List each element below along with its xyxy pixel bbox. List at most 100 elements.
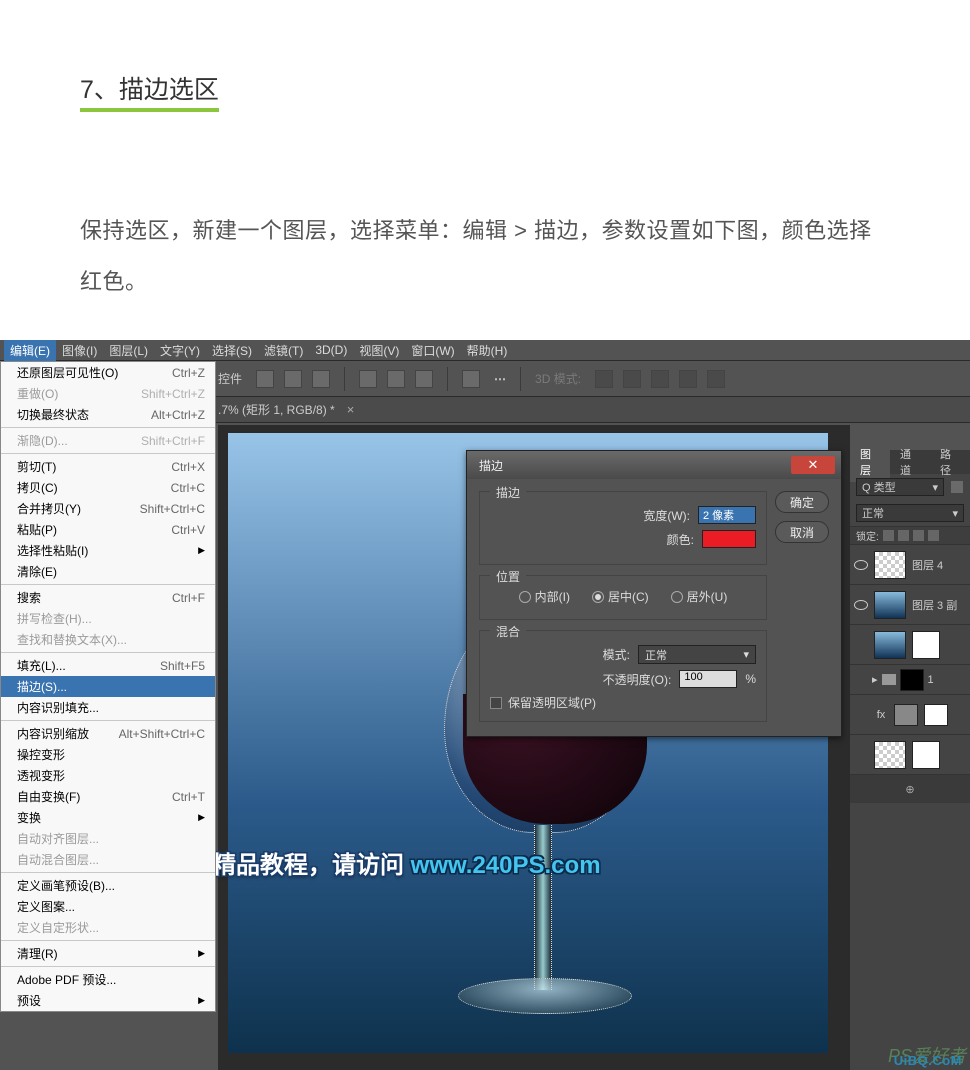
visibility-eye-icon[interactable]: [854, 708, 868, 722]
lock-pixels-icon[interactable]: [883, 530, 894, 541]
menu-item-label: 自动混合图层...: [17, 851, 99, 868]
menu-item[interactable]: 透视变形: [1, 765, 215, 786]
layer-group-row[interactable]: ▸ 1: [850, 665, 970, 695]
layer-mask-thumb[interactable]: [912, 631, 940, 659]
layer-row[interactable]: 图层 3 副: [850, 585, 970, 625]
menu-item-label: 剪切(T): [17, 458, 56, 475]
layer-mask-thumb[interactable]: [924, 704, 948, 726]
menu-help[interactable]: 帮助(H): [461, 340, 514, 361]
align-bottom-icon[interactable]: [415, 370, 433, 388]
menu-item[interactable]: 清除(E): [1, 561, 215, 582]
blend-mode-select[interactable]: 正常 ▾: [638, 645, 756, 664]
menu-item[interactable]: Adobe PDF 预设...: [1, 969, 215, 990]
layer-mask-thumb[interactable]: [912, 741, 940, 769]
menu-item[interactable]: 自由变换(F)Ctrl+T: [1, 786, 215, 807]
blend-mode-dropdown[interactable]: 正常▾: [856, 504, 964, 522]
cancel-button[interactable]: 取消: [775, 521, 829, 543]
layer-name[interactable]: 图层 4: [912, 557, 966, 573]
align-center-v-icon[interactable]: [387, 370, 405, 388]
menu-item[interactable]: 定义图案...: [1, 896, 215, 917]
menu-item[interactable]: 拷贝(C)Ctrl+C: [1, 477, 215, 498]
layer-row[interactable]: [850, 625, 970, 665]
lock-artboard-icon[interactable]: [913, 530, 924, 541]
menu-separator: [1, 720, 215, 721]
align-top-icon[interactable]: [359, 370, 377, 388]
lock-all-icon[interactable]: [928, 530, 939, 541]
menu-item[interactable]: 操控变形: [1, 744, 215, 765]
color-swatch[interactable]: [702, 530, 756, 548]
menu-item[interactable]: 剪切(T)Ctrl+X: [1, 456, 215, 477]
menu-item-label: Adobe PDF 预设...: [17, 971, 116, 988]
slide-3d-icon[interactable]: [679, 370, 697, 388]
tab-paths[interactable]: 路径: [930, 442, 970, 482]
layer-name[interactable]: 图层 3 副: [912, 597, 966, 613]
filter-image-icon[interactable]: [950, 480, 964, 494]
menu-item[interactable]: 清理(R)▶: [1, 943, 215, 964]
menu-item[interactable]: 描边(S)...: [1, 676, 215, 697]
layer-row[interactable]: fx: [850, 695, 970, 735]
visibility-eye-icon[interactable]: [854, 748, 868, 762]
menu-item[interactable]: 切换最终状态Alt+Ctrl+Z: [1, 404, 215, 425]
menu-item-shortcut: Alt+Shift+Ctrl+C: [119, 727, 205, 741]
group-mask-thumb[interactable]: [900, 669, 924, 691]
menu-item[interactable]: 内容识别缩放Alt+Shift+Ctrl+C: [1, 723, 215, 744]
opacity-input[interactable]: 100: [679, 670, 737, 688]
menu-separator: [1, 584, 215, 585]
dialog-close-button[interactable]: ✕: [791, 456, 835, 474]
position-center-radio[interactable]: 居中(C): [592, 588, 649, 605]
lock-position-icon[interactable]: [898, 530, 909, 541]
menu-image[interactable]: 图像(I): [56, 340, 103, 361]
menu-select[interactable]: 选择(S): [206, 340, 258, 361]
orbit-3d-icon[interactable]: [595, 370, 613, 388]
align-center-h-icon[interactable]: [284, 370, 302, 388]
link-layers-icon[interactable]: ⊕: [905, 783, 914, 796]
document-tab-close-icon[interactable]: ×: [347, 402, 355, 417]
menu-item[interactable]: 合并拷贝(Y)Shift+Ctrl+C: [1, 498, 215, 519]
visibility-eye-icon[interactable]: [854, 598, 868, 612]
zoom-3d-icon[interactable]: [707, 370, 725, 388]
adjustment-thumb: [894, 704, 918, 726]
menu-edit[interactable]: 编辑(E): [4, 340, 56, 361]
align-left-icon[interactable]: [256, 370, 274, 388]
menu-window[interactable]: 窗口(W): [405, 340, 460, 361]
menu-type[interactable]: 文字(Y): [154, 340, 206, 361]
more-icon[interactable]: ⋯: [494, 372, 506, 386]
menu-item[interactable]: 定义画笔预设(B)...: [1, 875, 215, 896]
menu-3d[interactable]: 3D(D): [309, 341, 353, 359]
chevron-right-icon[interactable]: ▸: [872, 673, 878, 686]
layer-row[interactable]: 图层 4: [850, 545, 970, 585]
preserve-transparency-checkbox[interactable]: [490, 697, 502, 709]
menu-item-shortcut: Shift+Ctrl+C: [140, 502, 205, 516]
align-right-icon[interactable]: [312, 370, 330, 388]
layer-row[interactable]: [850, 735, 970, 775]
menu-filter[interactable]: 滤镜(T): [258, 340, 309, 361]
dialog-titlebar[interactable]: 描边 ✕: [467, 451, 841, 479]
position-outside-radio[interactable]: 居外(U): [671, 588, 728, 605]
menu-item[interactable]: 内容识别填充...: [1, 697, 215, 718]
tab-layers[interactable]: 图层: [850, 442, 890, 482]
visibility-eye-icon[interactable]: [854, 558, 868, 572]
menu-item[interactable]: 粘贴(P)Ctrl+V: [1, 519, 215, 540]
distribute-h-icon[interactable]: [462, 370, 480, 388]
menu-item[interactable]: 预设▶: [1, 990, 215, 1011]
width-input[interactable]: 2 像素: [698, 506, 756, 524]
position-inside-radio[interactable]: 内部(I): [519, 588, 570, 605]
menu-view[interactable]: 视图(V): [353, 340, 405, 361]
menu-item[interactable]: 选择性粘贴(I)▶: [1, 540, 215, 561]
menu-layer[interactable]: 图层(L): [103, 340, 154, 361]
tab-channels[interactable]: 通道: [890, 442, 930, 482]
menu-item[interactable]: 还原图层可见性(O)Ctrl+Z: [1, 362, 215, 383]
radio-icon: [671, 591, 683, 603]
fx-icon[interactable]: fx: [874, 709, 888, 721]
layer-kind-filter[interactable]: Q 类型▾: [856, 478, 944, 496]
document-tab-title[interactable]: .7% (矩形 1, RGB/8) *: [218, 401, 335, 418]
ok-button[interactable]: 确定: [775, 491, 829, 513]
pan-3d-icon[interactable]: [651, 370, 669, 388]
menu-item[interactable]: 变换▶: [1, 807, 215, 828]
visibility-eye-icon[interactable]: [854, 673, 868, 687]
roll-3d-icon[interactable]: [623, 370, 641, 388]
visibility-eye-icon[interactable]: [854, 638, 868, 652]
menu-item[interactable]: 填充(L)...Shift+F5: [1, 655, 215, 676]
layer-name[interactable]: 1: [928, 674, 966, 686]
menu-item[interactable]: 搜索Ctrl+F: [1, 587, 215, 608]
